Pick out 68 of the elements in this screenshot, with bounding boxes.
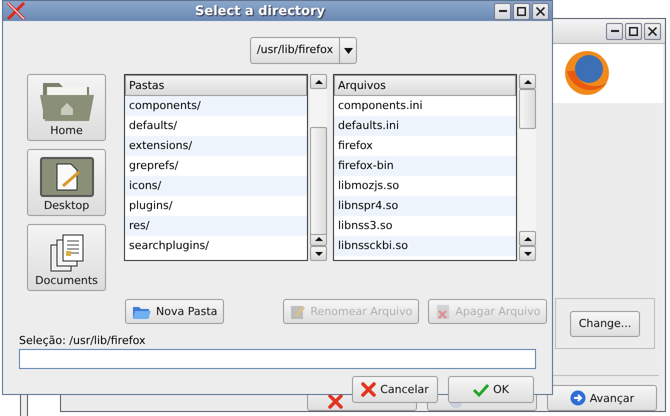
close-icon bbox=[536, 6, 545, 16]
minimize-button[interactable] bbox=[494, 2, 511, 20]
maximize-icon bbox=[629, 26, 638, 36]
selection-label: Seleção: /usr/lib/firefox bbox=[19, 334, 146, 347]
documents-icon bbox=[48, 233, 84, 273]
minimize-icon bbox=[610, 30, 618, 32]
file-item[interactable]: firefox-bin bbox=[334, 156, 516, 176]
column-header[interactable]: Arquivos bbox=[334, 75, 516, 96]
document-pencil-icon bbox=[290, 304, 306, 320]
selection-field[interactable] bbox=[19, 349, 536, 369]
file-item[interactable]: libmozjs.so bbox=[334, 176, 516, 196]
minimize-button[interactable] bbox=[606, 22, 623, 40]
folder-item[interactable]: greprefs/ bbox=[125, 156, 307, 176]
column-header[interactable]: Pastas bbox=[125, 75, 307, 96]
folder-item[interactable]: components/ bbox=[125, 96, 307, 116]
forward-button[interactable]: Avançar bbox=[547, 385, 657, 411]
desktop-place-button[interactable]: Desktop bbox=[27, 149, 106, 216]
arrow-circle-icon bbox=[570, 390, 586, 406]
folder-item[interactable]: res/ bbox=[125, 216, 307, 236]
file-item[interactable]: components.ini bbox=[334, 96, 516, 116]
scrollbar[interactable] bbox=[519, 74, 536, 261]
scroll-up-button[interactable] bbox=[519, 231, 536, 246]
up-arrow-icon bbox=[314, 80, 322, 84]
minimize-icon bbox=[498, 10, 506, 12]
caret-icon bbox=[344, 48, 353, 54]
checkmark-icon bbox=[473, 382, 490, 398]
up-arrow-icon bbox=[524, 236, 532, 240]
close-button[interactable] bbox=[644, 22, 661, 40]
scrollbar[interactable] bbox=[310, 74, 327, 261]
ok-button[interactable]: OK bbox=[448, 376, 534, 403]
cross-icon bbox=[361, 382, 376, 397]
maximize-icon bbox=[517, 6, 526, 16]
fox-globe-logo bbox=[563, 48, 611, 97]
new-folder-button[interactable]: Nova Pasta bbox=[125, 299, 224, 324]
x-logo-icon bbox=[6, 1, 26, 21]
change-button[interactable]: Change... bbox=[570, 310, 640, 337]
home-place-button[interactable]: Home bbox=[27, 74, 106, 141]
scroll-up-button[interactable] bbox=[519, 74, 536, 89]
maximize-button[interactable] bbox=[513, 2, 530, 20]
down-arrow-icon bbox=[314, 252, 322, 256]
file-item[interactable]: firefox bbox=[334, 136, 516, 156]
file-item[interactable]: libnssckbi.so bbox=[334, 236, 516, 256]
desktop-icon bbox=[38, 156, 94, 198]
scroll-down-button[interactable] bbox=[310, 246, 327, 261]
maximize-button[interactable] bbox=[625, 22, 642, 40]
documents-place-button[interactable]: Documents bbox=[27, 224, 106, 291]
folder-item[interactable]: icons/ bbox=[125, 176, 307, 196]
file-item[interactable]: libnss3.so bbox=[334, 216, 516, 236]
close-icon bbox=[648, 26, 657, 36]
cancel-button[interactable]: Cancelar bbox=[352, 376, 438, 403]
document-cross-icon bbox=[435, 304, 452, 320]
window-title: Select a directory bbox=[194, 4, 326, 18]
scroll-thumb[interactable] bbox=[519, 89, 536, 129]
cross-icon bbox=[328, 394, 343, 409]
close-button[interactable] bbox=[532, 2, 549, 20]
down-arrow-icon bbox=[524, 252, 532, 256]
up-arrow-icon bbox=[524, 80, 532, 84]
folder-item[interactable]: searchplugins/ bbox=[125, 236, 307, 256]
folder-item[interactable]: defaults/ bbox=[125, 116, 307, 136]
up-arrow-icon bbox=[314, 236, 322, 240]
file-item[interactable]: libnspr4.so bbox=[334, 196, 516, 216]
folder-item[interactable]: plugins/ bbox=[125, 196, 307, 216]
folder-item[interactable]: extensions/ bbox=[125, 136, 307, 156]
file-item[interactable]: defaults.ini bbox=[334, 116, 516, 136]
scroll-thumb[interactable] bbox=[310, 127, 327, 235]
path-dropdown[interactable]: /usr/lib/firefox bbox=[250, 37, 358, 64]
scroll-down-button[interactable] bbox=[519, 246, 536, 261]
scroll-up-button[interactable] bbox=[310, 74, 327, 89]
